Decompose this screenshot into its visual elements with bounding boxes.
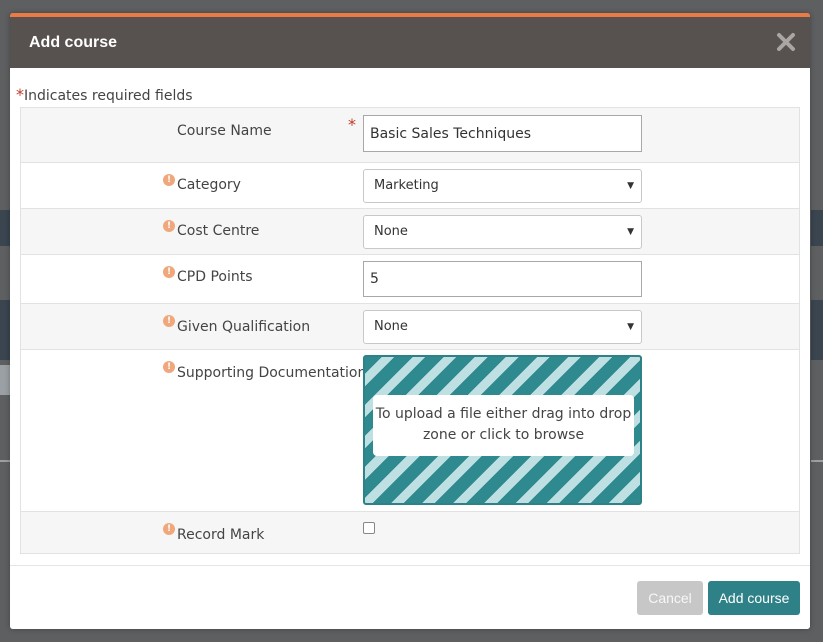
category-select[interactable]: Marketing ▼ [363,169,642,203]
caret-down-icon: ▼ [627,227,634,237]
form-row-record-mark: ! Record Mark [21,512,799,553]
info-icon[interactable]: ! [163,220,175,232]
supporting-documentation-label: Supporting Documentation [177,365,367,381]
category-label: Category [177,177,241,193]
cost-centre-selected-value: None [374,224,408,239]
modal-header: Add course [10,13,810,68]
modal-footer: Cancel Add course [10,565,810,629]
record-mark-checkbox[interactable] [363,522,375,534]
add-course-button[interactable]: Add course [708,581,800,615]
category-selected-value: Marketing [374,178,439,193]
form-row-category: ! Category Marketing ▼ [21,163,799,209]
background-divider [0,460,10,462]
course-name-label: Course Name [177,123,272,139]
form-row-cpd-points: ! CPD Points [21,255,799,304]
form-row-cost-centre: ! Cost Centre None ▼ [21,209,799,255]
background-panel [811,300,823,360]
background-panel [0,365,10,395]
cpd-points-input[interactable] [363,261,642,297]
info-icon[interactable]: ! [163,174,175,186]
required-star: * [16,85,24,104]
background-divider [811,460,823,462]
info-icon[interactable]: ! [163,266,175,278]
background-panel [811,210,823,246]
close-icon [777,33,795,51]
course-name-input[interactable] [363,115,642,152]
cpd-points-label: CPD Points [177,269,253,285]
given-qualification-select[interactable]: None ▼ [363,310,642,344]
file-drop-zone[interactable]: To upload a file either drag into drop z… [363,355,642,505]
form-row-course-name: Course Name * [21,108,799,163]
modal-title: Add course [29,34,118,51]
info-icon[interactable]: ! [163,315,175,327]
drop-zone-message: To upload a file either drag into drop z… [373,395,634,456]
given-qualification-label: Given Qualification [177,319,311,335]
cancel-button[interactable]: Cancel [637,581,703,615]
caret-down-icon: ▼ [627,181,634,191]
record-mark-label: Record Mark [177,527,265,543]
add-course-modal: Add course *Indicates required fields Co… [10,13,810,629]
info-icon[interactable]: ! [163,523,175,535]
given-qualification-selected-value: None [374,319,408,334]
background-panel [0,300,10,360]
required-fields-note: *Indicates required fields [16,85,193,104]
course-form: Course Name * ! Category Marketing ▼ ! C… [20,107,800,554]
required-note-text: Indicates required fields [24,88,193,104]
info-icon[interactable]: ! [163,361,175,373]
cost-centre-label: Cost Centre [177,223,260,239]
cost-centre-select[interactable]: None ▼ [363,215,642,249]
caret-down-icon: ▼ [627,322,634,332]
background-panel [0,210,10,246]
form-row-supporting-documentation: ! Supporting Documentation To upload a f… [21,350,799,512]
form-row-given-qualification: ! Given Qualification None ▼ [21,304,799,350]
required-star: * [348,115,356,134]
close-button[interactable] [776,32,796,52]
